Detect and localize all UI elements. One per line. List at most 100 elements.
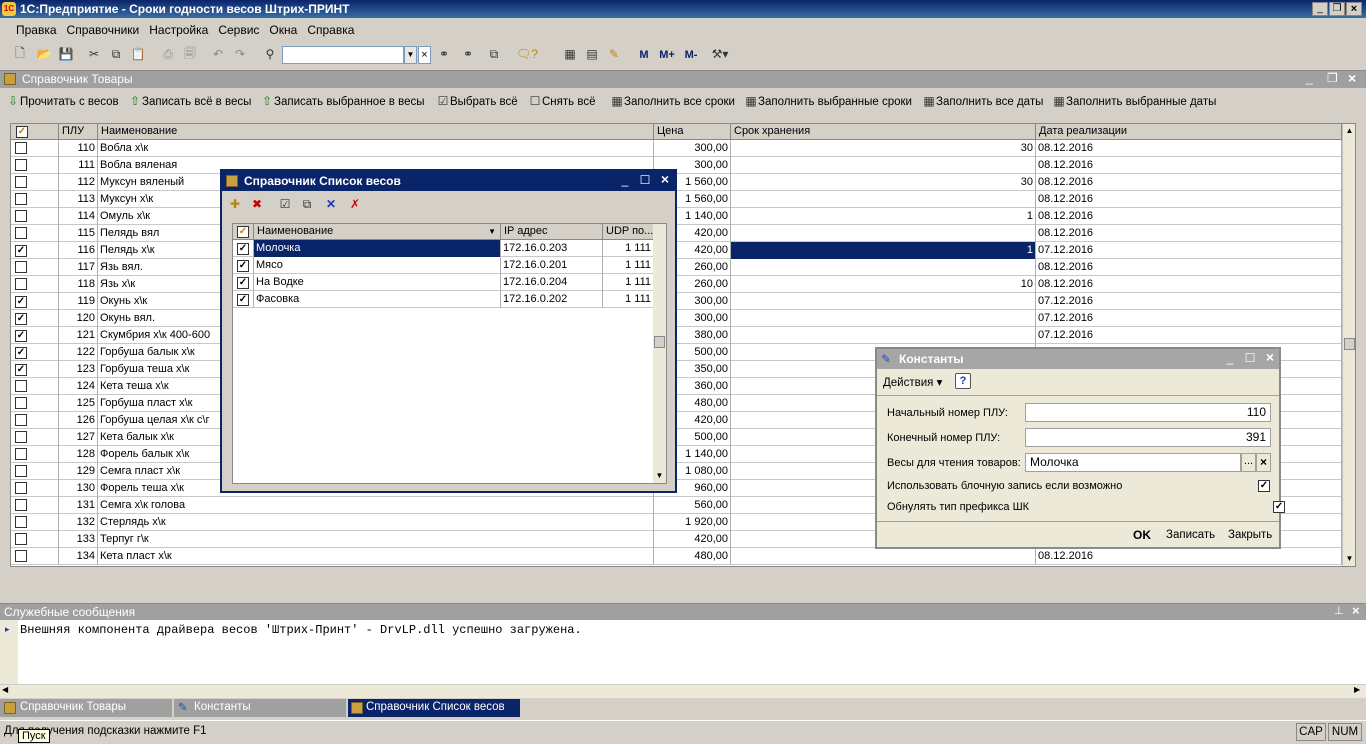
select-all-button[interactable]: ☑ Выбрать всё — [436, 94, 518, 108]
tab-scales[interactable]: Справочник Список весов — [348, 699, 520, 717]
scales-row[interactable]: ✓ Молочка 172.16.0.203 1 111 — [233, 240, 654, 257]
scales-scrollbar[interactable]: ▼ — [653, 224, 666, 483]
messages-close[interactable]: × — [1352, 603, 1360, 618]
row-checkbox[interactable]: ✓ — [15, 245, 27, 257]
tab-products[interactable]: Справочник Товары — [0, 699, 172, 717]
write-selected-button[interactable]: ⇧ Записать выбранное в весы — [260, 94, 425, 108]
row-checkbox[interactable] — [15, 159, 27, 171]
menu-edit[interactable]: Правка — [16, 23, 57, 37]
col-name[interactable]: Наименование — [98, 124, 654, 140]
undo-icon[interactable]: ↶ — [210, 46, 226, 62]
memory-m-button[interactable]: М — [636, 47, 652, 63]
row-checkbox[interactable]: ✓ — [15, 296, 27, 308]
col-date[interactable]: Дата реализации — [1036, 124, 1342, 140]
minimize-button[interactable]: _ — [1312, 2, 1328, 16]
check-list-icon[interactable]: ☑ — [276, 195, 294, 213]
paste-icon[interactable]: 📋 — [130, 46, 146, 62]
help-button[interactable]: ? — [955, 373, 971, 389]
fill-selected-dates-button[interactable]: ▦Заполнить выбранные даты — [1052, 94, 1216, 108]
block-write-checkbox[interactable]: ✓ — [1258, 480, 1270, 492]
col-price[interactable]: Цена — [654, 124, 731, 140]
close-form-button[interactable]: Закрыть — [1228, 529, 1272, 541]
constants-minimize[interactable]: _ — [1221, 351, 1239, 367]
scales-row[interactable]: ✓ Фасовка 172.16.0.202 1 111 — [233, 291, 654, 308]
clear-button[interactable]: × — [1256, 453, 1271, 472]
row-checkbox[interactable] — [15, 465, 27, 477]
row-checkbox[interactable]: ✓ — [237, 294, 249, 306]
row-checkbox[interactable] — [15, 448, 27, 460]
constants-maximize[interactable]: ☐ — [1241, 351, 1259, 367]
menu-help[interactable]: Справка — [307, 23, 354, 37]
scales-header-checkbox[interactable]: ✓ — [237, 226, 249, 238]
products-restore[interactable]: ❐ — [1327, 71, 1338, 85]
row-checkbox[interactable] — [15, 261, 27, 273]
write-all-button[interactable]: ⇧ Записать всё в весы — [128, 94, 251, 108]
redo-icon[interactable]: ↷ — [232, 46, 248, 62]
memory-plus-button[interactable]: М+ — [656, 47, 678, 63]
scales-col-check[interactable]: ✓ — [233, 224, 254, 240]
row-checkbox[interactable] — [15, 278, 27, 290]
row-checkbox[interactable]: ✓ — [15, 364, 27, 376]
calculator-icon[interactable]: ▦ — [562, 46, 578, 62]
scroll-left-icon[interactable]: ◀ — [2, 685, 8, 694]
memory-minus-button[interactable]: М- — [680, 47, 702, 63]
find-next-icon[interactable]: ⚭ — [436, 46, 452, 62]
open-icon[interactable]: 📂 — [36, 46, 52, 62]
row-checkbox[interactable] — [15, 533, 27, 545]
copy-icon[interactable]: ⧉ — [108, 46, 124, 62]
row-checkbox[interactable]: ✓ — [15, 313, 27, 325]
save-button[interactable]: Записать — [1166, 529, 1215, 541]
new-icon[interactable]: 🗋 — [12, 46, 28, 62]
restore-button[interactable]: ❐ — [1329, 2, 1345, 16]
add-icon[interactable]: ✚ — [226, 195, 244, 213]
end-plu-field[interactable]: 391 — [1025, 428, 1271, 447]
tools-icon[interactable]: ⚒▾ — [708, 46, 732, 62]
row-checkbox[interactable] — [15, 550, 27, 562]
fill-all-dates-button[interactable]: ▦Заполнить все даты — [922, 94, 1043, 108]
clipboard-edit-icon[interactable]: ✎ — [606, 46, 622, 62]
read-scales-field[interactable]: Молочка — [1025, 453, 1241, 472]
row-checkbox[interactable] — [15, 142, 27, 154]
scroll-down-icon[interactable]: ▼ — [653, 469, 666, 483]
actions-menu[interactable]: Действия ▾ — [883, 375, 942, 389]
row-checkbox[interactable]: ✓ — [15, 330, 27, 342]
delete-icon[interactable]: ✕ — [322, 195, 340, 213]
table-row[interactable]: 134 Кета пласт х\к 480,00 08.12.2016 — [11, 548, 1342, 565]
ok-button[interactable]: OK — [1133, 528, 1151, 542]
deselect-all-button[interactable]: ☐ Снять всё — [528, 94, 596, 108]
row-checkbox[interactable] — [15, 210, 27, 222]
scales-col-ip[interactable]: IP адрес — [501, 224, 603, 240]
products-scrollbar[interactable]: ▲ ▼ — [1342, 124, 1355, 566]
scroll-up-icon[interactable]: ▲ — [1343, 124, 1355, 138]
pin-icon[interactable]: ⊥ — [1334, 604, 1344, 617]
col-term[interactable]: Срок хранения — [731, 124, 1036, 140]
delete-row-icon[interactable]: ✖ — [248, 195, 266, 213]
menu-settings[interactable]: Настройка — [149, 23, 208, 37]
row-checkbox[interactable] — [15, 193, 27, 205]
scroll-down-icon[interactable]: ▼ — [1343, 552, 1355, 566]
products-minimize[interactable]: _ — [1306, 71, 1313, 85]
mark-delete-icon[interactable]: ✗ — [346, 195, 364, 213]
search-input[interactable] — [282, 46, 404, 64]
row-checkbox[interactable] — [15, 397, 27, 409]
scales-col-name[interactable]: Наименование ▼ — [254, 224, 501, 240]
preview-icon[interactable]: 🗐 — [182, 46, 198, 62]
col-plu[interactable]: ПЛУ — [59, 124, 98, 140]
close-button[interactable]: × — [1346, 2, 1362, 16]
copy-icon[interactable]: ⧉ — [298, 195, 316, 213]
menu-catalogs[interactable]: Справочники — [67, 23, 140, 37]
scroll-right-icon[interactable]: ▶ — [1354, 685, 1360, 694]
row-checkbox[interactable] — [15, 482, 27, 494]
tab-constants[interactable]: ✎ Константы — [174, 699, 346, 717]
select-button[interactable]: ... — [1241, 453, 1256, 472]
header-checkbox[interactable]: ✓ — [16, 126, 28, 138]
row-checkbox[interactable] — [15, 414, 27, 426]
row-checkbox[interactable]: ✓ — [237, 243, 249, 255]
row-checkbox[interactable]: ✓ — [15, 347, 27, 359]
scales-row[interactable]: ✓ Мясо 172.16.0.201 1 111 — [233, 257, 654, 274]
windows-icon[interactable]: ⧉ — [486, 46, 502, 62]
row-checkbox[interactable] — [15, 516, 27, 528]
row-checkbox[interactable] — [15, 176, 27, 188]
fill-selected-terms-button[interactable]: ▦Заполнить выбранные сроки — [744, 94, 912, 108]
scales-minimize[interactable]: _ — [616, 173, 634, 189]
